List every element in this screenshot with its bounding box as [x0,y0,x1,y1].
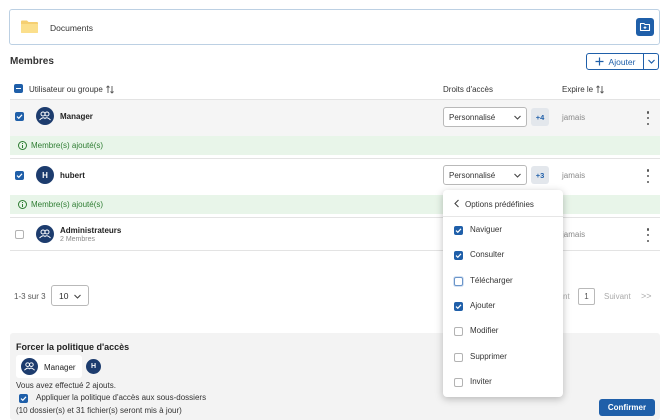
more-options-icon[interactable] [645,169,651,183]
info-icon [18,200,27,209]
option-checkbox[interactable] [454,378,463,387]
member-chip: Manager [16,355,82,378]
page-size-value: 10 [59,290,69,301]
option-label: Supprimer [470,352,507,361]
rights-value: Personnalisé [449,112,496,122]
chevron-down-icon [514,173,521,178]
apply-subfolders-checkbox[interactable] [19,394,28,403]
added-notice-text: Membre(s) ajouté(s) [31,200,104,209]
chip-label: Manager [44,363,76,372]
option-label: Ajouter [470,301,496,310]
option-consulter[interactable]: Consulter [443,244,563,266]
chevron-down-icon [647,59,655,64]
added-notice: Membre(s) ajouté(s) [10,136,660,155]
confirm-button[interactable]: Confirmer [599,399,655,416]
apply-subfolders-label: Appliquer la politique d'accès aux sous-… [36,393,207,402]
folder-bar: Documents [9,9,660,45]
folder-open-icon [639,22,651,32]
chevron-left-icon[interactable] [453,199,461,208]
member-subtitle: 2 Membres [60,236,96,243]
add-member-group: Ajouter [586,53,659,70]
option-ajouter[interactable]: Ajouter [443,295,563,317]
option-label: Consulter [470,250,505,259]
option-label: Naviguer [470,225,503,234]
avatar: H [36,166,54,184]
extra-rights-badge[interactable]: +3 [531,166,549,184]
rights-select[interactable]: Personnalisé [443,107,527,127]
sort-icon [596,85,604,94]
folder-icon [21,20,38,33]
added-notice-text: Membre(s) ajouté(s) [31,141,104,150]
chevron-down-icon [514,115,521,120]
sort-icon [106,85,114,94]
option-checkbox[interactable] [454,251,463,260]
previous-page-button[interactable]: nt [563,292,570,301]
option-telecharger[interactable]: Télécharger [443,270,563,292]
group-icon [24,362,35,371]
add-member-dropdown[interactable] [644,53,659,70]
row-checkbox[interactable] [15,112,24,121]
option-checkbox[interactable] [454,302,463,311]
table-row: Manager Personnalisé +4 jamais [10,100,660,136]
avatar [21,358,38,375]
policy-title: Forcer la politique d'accès [16,342,130,352]
pager-info: 1-3 sur 3 [14,292,46,301]
rights-select[interactable]: Personnalisé [443,165,527,185]
avatar [36,107,54,125]
add-member-label: Ajouter [608,56,636,67]
policy-summary: Vous avez effectué 2 ajouts. [16,381,116,390]
column-user-label: Utilisateur ou groupe [29,85,103,94]
option-naviguer[interactable]: Naviguer [443,219,563,241]
row-checkbox[interactable] [15,230,24,239]
select-all-checkbox[interactable] [14,84,23,93]
extra-rights-badge[interactable]: +4 [531,108,549,126]
member-name: Administrateurs [60,226,122,235]
last-page-button[interactable]: >> [641,291,652,301]
option-checkbox[interactable] [454,353,463,362]
more-options-icon[interactable] [645,111,651,125]
policy-note: (10 dossier(s) et 31 fichier(s) seront m… [16,406,182,415]
option-label: Télécharger [470,276,513,285]
info-icon [18,141,27,150]
rights-value: Personnalisé [449,170,496,180]
option-modifier[interactable]: Modifier [443,320,563,342]
avatar: H [86,359,101,374]
page-number[interactable]: 1 [578,288,595,305]
next-page-button[interactable]: Suivant [604,292,631,301]
folder-name: Documents [50,23,93,33]
column-expires-label: Expire le [562,85,594,94]
chevron-down-icon [74,294,81,299]
more-options-icon[interactable] [645,228,651,242]
expiry-value[interactable]: jamais [562,230,585,239]
plus-icon [595,57,604,66]
group-icon [39,111,51,121]
members-title: Membres [10,56,54,67]
group-icon [39,229,51,239]
menu-title: Options prédéfinies [465,200,534,209]
option-inviter[interactable]: Inviter [443,371,563,393]
column-rights: Droits d'accès [443,85,493,94]
folder-action-button[interactable] [636,18,654,36]
expiry-value[interactable]: jamais [562,113,585,122]
row-checkbox[interactable] [15,171,24,180]
option-supprimer[interactable]: Supprimer [443,346,563,368]
column-rights-label: Droits d'accès [443,85,493,94]
option-checkbox[interactable] [454,327,463,336]
add-member-button[interactable]: Ajouter [586,53,644,70]
column-user[interactable]: Utilisateur ou groupe [29,85,114,94]
page-size-select[interactable]: 10 [51,285,89,306]
predefined-options-menu: Options prédéfinies Naviguer Consulter T… [443,190,563,397]
menu-header[interactable]: Options prédéfinies [443,190,563,217]
avatar [36,225,54,243]
option-label: Modifier [470,326,499,335]
member-name: hubert [60,171,85,180]
table-row: H hubert Personnalisé +3 jamais [10,159,660,194]
member-name: Manager [60,112,93,121]
option-label: Inviter [470,377,492,386]
expiry-value[interactable]: jamais [562,171,585,180]
column-expires[interactable]: Expire le [562,85,604,94]
option-checkbox[interactable] [454,277,463,286]
option-checkbox[interactable] [454,226,463,235]
